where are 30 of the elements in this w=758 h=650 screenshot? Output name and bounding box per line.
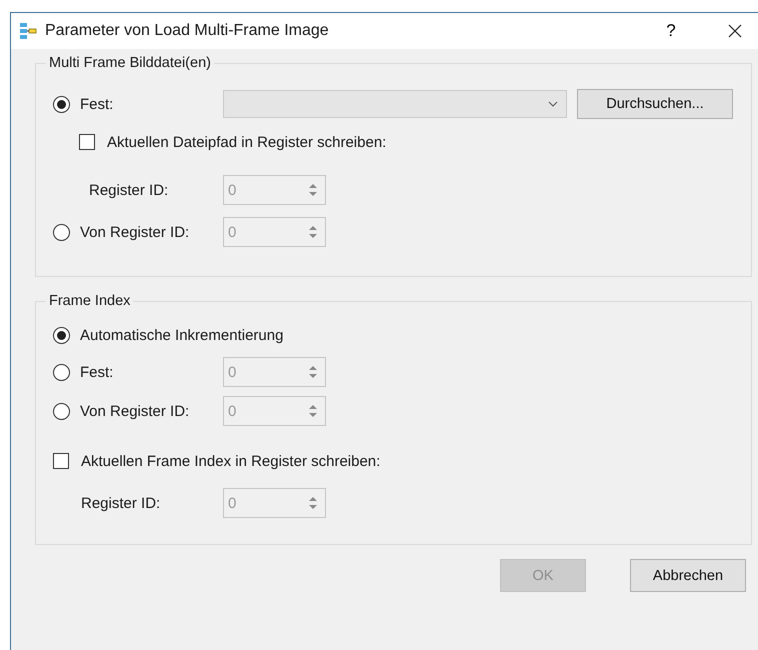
spinner-arrows-icon xyxy=(309,496,317,510)
checkbox-label: Aktuellen Dateipfad in Register schreiben: xyxy=(107,134,386,150)
radio-button[interactable] xyxy=(53,224,70,240)
radio-label: Fest: xyxy=(80,96,114,112)
field-label: Register ID: xyxy=(80,494,160,512)
flow-icon xyxy=(19,22,37,40)
radio-button[interactable] xyxy=(53,96,70,112)
caret-icon xyxy=(548,101,558,107)
group-title: Frame Index xyxy=(48,293,132,309)
spinner-arrows-icon xyxy=(309,365,317,379)
radio-label: Von Register ID: xyxy=(80,402,190,420)
checkbox-label: Aktuellen Frame Index in Register schreiben: xyxy=(81,452,380,470)
group-title: Multi Frame Bilddatei(en) xyxy=(48,55,212,71)
radio-button[interactable] xyxy=(53,402,70,420)
checkbox[interactable] xyxy=(53,453,69,469)
spinner-arrows-icon xyxy=(309,183,317,197)
spinner-arrows-icon xyxy=(309,404,317,418)
radio-label: Automatische Inkrementierung xyxy=(80,326,284,344)
radio-button[interactable] xyxy=(53,326,70,344)
close-icon xyxy=(727,23,743,39)
window-title: Parameter von Load Multi-Frame Image xyxy=(45,22,330,40)
radio-label: Von Register ID: xyxy=(80,224,190,240)
browse-button[interactable]: Durchsuchen... xyxy=(577,89,733,119)
field-label: Register ID: xyxy=(88,182,168,198)
spinner-arrows-icon xyxy=(309,225,317,239)
checkbox[interactable] xyxy=(79,134,95,150)
radio-button[interactable] xyxy=(53,364,70,380)
cancel-button[interactable]: Abbrechen xyxy=(630,559,746,592)
radio-label: Fest: xyxy=(80,364,114,380)
help-button[interactable]: ? xyxy=(648,13,694,49)
